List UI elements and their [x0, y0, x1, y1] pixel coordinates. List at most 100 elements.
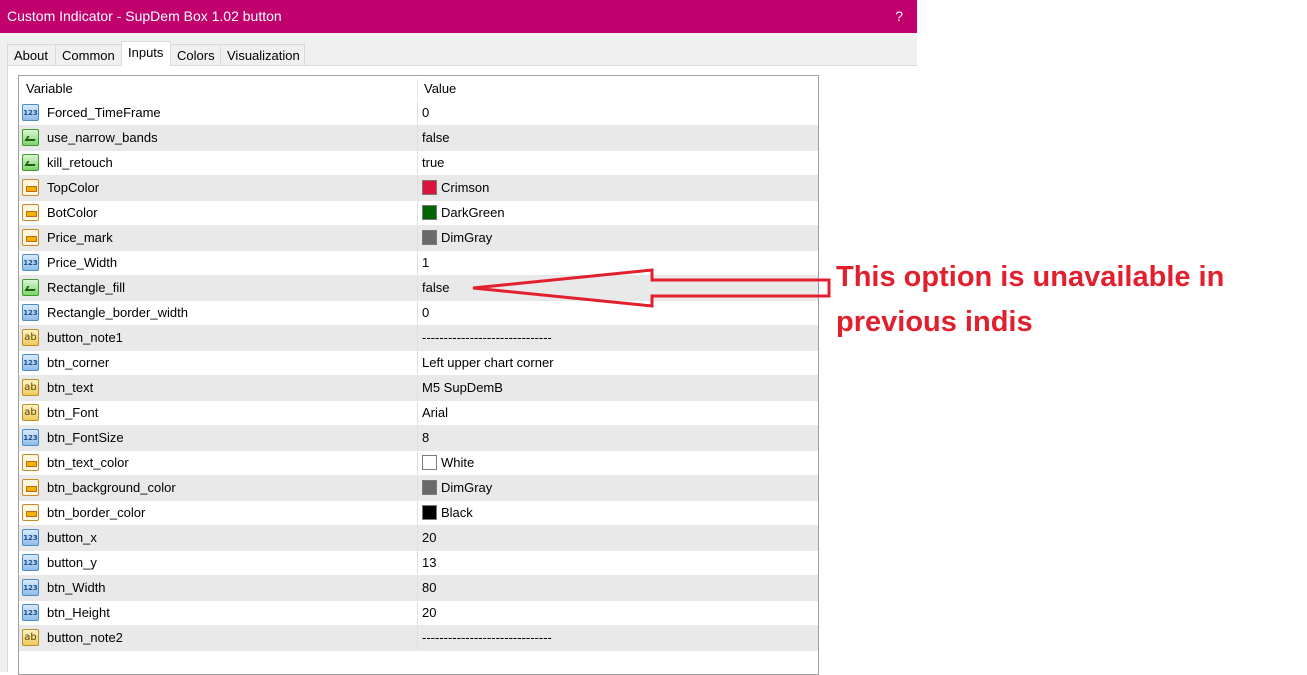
inputs-grid: Variable Value Forced_TimeFrame 0 use_narr… — [18, 75, 819, 675]
variable-cell[interactable]: button_note2 — [19, 626, 418, 650]
variable-cell[interactable]: Rectangle_fill — [19, 276, 418, 300]
value-cell[interactable]: Black — [418, 501, 818, 525]
table-row[interactable]: btn_text M5 SupDemB — [19, 376, 818, 401]
table-row[interactable]: Forced_TimeFrame 0 — [19, 101, 818, 126]
variable-cell[interactable]: btn_Height — [19, 601, 418, 625]
value-text: 80 — [422, 580, 437, 595]
value-cell[interactable]: false — [418, 126, 818, 150]
table-row[interactable]: btn_background_color DimGray — [19, 476, 818, 501]
value-cell[interactable]: 0 — [418, 101, 818, 125]
variable-name: btn_text_color — [47, 455, 129, 470]
value-cell[interactable]: M5 SupDemB — [418, 376, 818, 400]
help-button[interactable]: ? — [895, 0, 903, 33]
variable-cell[interactable]: Rectangle_border_width — [19, 301, 418, 325]
tab-colors[interactable]: Colors — [170, 44, 222, 65]
variable-cell[interactable]: TopColor — [19, 176, 418, 200]
number-icon — [22, 429, 39, 446]
variable-name: btn_Width — [47, 580, 106, 595]
variable-cell[interactable]: button_y — [19, 551, 418, 575]
value-cell[interactable]: Crimson — [418, 176, 818, 200]
boolean-icon — [22, 129, 39, 146]
table-row[interactable]: btn_corner Left upper chart corner — [19, 351, 818, 376]
value-cell[interactable]: true — [418, 151, 818, 175]
value-cell[interactable]: White — [418, 451, 818, 475]
tab-about[interactable]: About — [7, 44, 57, 65]
color-swatch — [422, 505, 437, 520]
color-swatch — [422, 230, 437, 245]
color-icon — [22, 504, 39, 521]
value-cell[interactable]: 8 — [418, 426, 818, 450]
value-cell[interactable]: DimGray — [418, 226, 818, 250]
value-cell[interactable]: DimGray — [418, 476, 818, 500]
value-cell[interactable]: DarkGreen — [418, 201, 818, 225]
table-row[interactable]: button_note1 ----------------------------… — [19, 326, 818, 351]
value-text: M5 SupDemB — [422, 380, 503, 395]
table-row[interactable]: button_note2 ----------------------------… — [19, 626, 818, 651]
table-row[interactable]: btn_border_color Black — [19, 501, 818, 526]
value-text: 20 — [422, 530, 437, 545]
variable-cell[interactable]: btn_background_color — [19, 476, 418, 500]
table-row[interactable]: button_x 20 — [19, 526, 818, 551]
variable-cell[interactable]: Price_Width — [19, 251, 418, 275]
value-text: 13 — [422, 555, 437, 570]
table-row[interactable]: btn_Height 20 — [19, 601, 818, 626]
value-cell[interactable]: 80 — [418, 576, 818, 600]
table-row[interactable]: btn_text_color White — [19, 451, 818, 476]
title-bar[interactable]: Custom Indicator - SupDem Box 1.02 butto… — [0, 0, 917, 33]
variable-cell[interactable]: btn_text — [19, 376, 418, 400]
variable-name: btn_background_color — [47, 480, 176, 495]
table-row[interactable]: btn_Font Arial — [19, 401, 818, 426]
variable-cell[interactable]: button_x — [19, 526, 418, 550]
value-cell[interactable]: Left upper chart corner — [418, 351, 818, 375]
number-icon — [22, 254, 39, 271]
table-row[interactable]: BotColor DarkGreen — [19, 201, 818, 226]
variable-cell[interactable]: btn_text_color — [19, 451, 418, 475]
variable-cell[interactable]: btn_Width — [19, 576, 418, 600]
color-swatch — [422, 205, 437, 220]
table-row[interactable]: use_narrow_bands false — [19, 126, 818, 151]
value-cell[interactable]: ------------------------------ — [418, 626, 818, 650]
table-row[interactable]: Price_mark DimGray — [19, 226, 818, 251]
annotation-arrow-icon — [472, 268, 831, 308]
annotation-line-2: previous indis — [836, 306, 1033, 338]
table-row[interactable]: kill_retouch true — [19, 151, 818, 176]
value-cell[interactable]: ------------------------------ — [418, 326, 818, 350]
color-swatch — [422, 480, 437, 495]
variable-cell[interactable]: button_note1 — [19, 326, 418, 350]
header-variable[interactable]: Variable — [26, 76, 73, 101]
variable-name: Rectangle_fill — [47, 280, 126, 295]
variable-cell[interactable]: kill_retouch — [19, 151, 418, 175]
variable-cell[interactable]: Price_mark — [19, 226, 418, 250]
color-swatch — [422, 180, 437, 195]
value-text: false — [422, 130, 450, 145]
variable-name: button_x — [47, 530, 97, 545]
value-cell[interactable]: Arial — [418, 401, 818, 425]
table-row[interactable]: TopColor Crimson — [19, 176, 818, 201]
boolean-icon — [22, 154, 39, 171]
table-row[interactable]: button_y 13 — [19, 551, 818, 576]
variable-name: btn_corner — [47, 355, 110, 370]
value-cell[interactable]: 20 — [418, 601, 818, 625]
variable-cell[interactable]: use_narrow_bands — [19, 126, 418, 150]
tab-visualization[interactable]: Visualization — [220, 44, 305, 65]
table-row[interactable]: btn_FontSize 8 — [19, 426, 818, 451]
number-icon — [22, 304, 39, 321]
value-cell[interactable]: 20 — [418, 526, 818, 550]
variable-cell[interactable]: BotColor — [19, 201, 418, 225]
variable-cell[interactable]: btn_corner — [19, 351, 418, 375]
number-icon — [22, 354, 39, 371]
variable-cell[interactable]: btn_FontSize — [19, 426, 418, 450]
variable-cell[interactable]: Forced_TimeFrame — [19, 101, 418, 125]
table-row[interactable]: btn_Width 80 — [19, 576, 818, 601]
number-icon — [22, 579, 39, 596]
number-icon — [22, 554, 39, 571]
header-divider[interactable] — [417, 79, 418, 98]
tab-inputs[interactable]: Inputs — [121, 41, 171, 66]
value-cell[interactable]: 13 — [418, 551, 818, 575]
variable-cell[interactable]: btn_Font — [19, 401, 418, 425]
annotation-text: This option is unavailable in previous i… — [836, 255, 1296, 345]
tab-common[interactable]: Common — [55, 44, 123, 65]
variable-cell[interactable]: btn_border_color — [19, 501, 418, 525]
header-value[interactable]: Value — [424, 76, 456, 101]
color-swatch — [422, 455, 437, 470]
